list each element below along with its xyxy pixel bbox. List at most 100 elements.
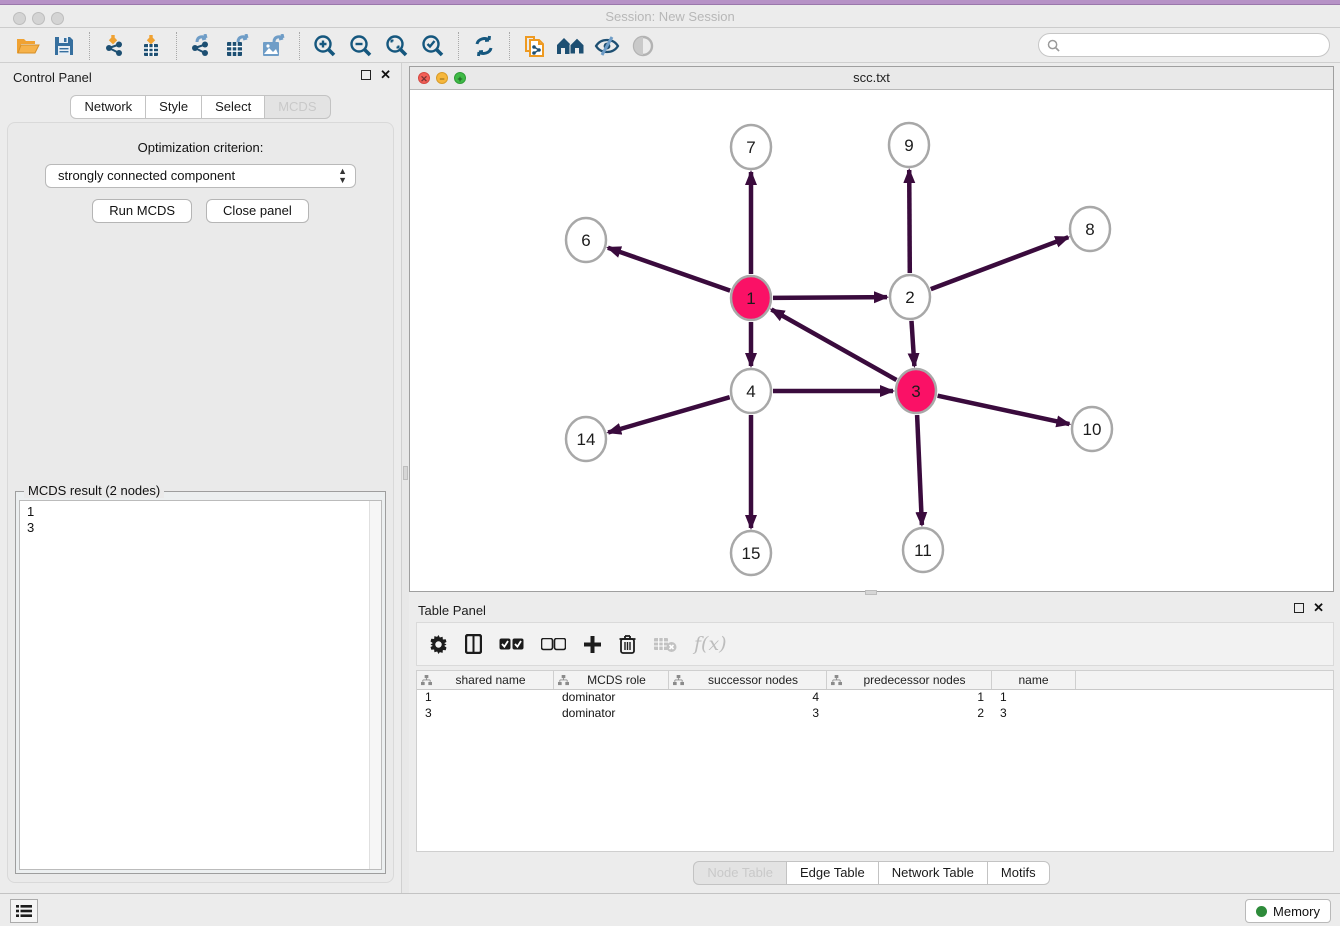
graph-node-label-6: 6 — [581, 231, 590, 250]
zoom-fit-button[interactable] — [379, 31, 415, 61]
import-table-button[interactable] — [133, 31, 169, 61]
table-cell[interactable]: 1 — [827, 690, 992, 706]
vertical-splitter[interactable] — [401, 63, 409, 893]
control-panel-header: Control Panel ✕ — [0, 63, 401, 91]
close-panel-icon[interactable]: ✕ — [380, 70, 391, 80]
table-cell[interactable]: 3 — [992, 706, 1076, 722]
zoom-in-button[interactable] — [307, 31, 343, 61]
control-panel-title: Control Panel — [13, 70, 92, 85]
table-settings-button[interactable] — [429, 631, 448, 657]
show-home-button[interactable] — [553, 31, 589, 61]
checked-boxes-icon — [499, 638, 524, 651]
select-all-columns-button[interactable] — [499, 631, 524, 657]
mcds-result-text[interactable]: 1 3 — [19, 500, 382, 870]
mcds-result-title: MCDS result (2 nodes) — [24, 483, 164, 498]
network-window-titlebar[interactable]: ✕ − + scc.txt — [410, 67, 1333, 90]
export-image-button[interactable] — [256, 31, 292, 61]
trash-icon — [619, 634, 636, 654]
task-history-button[interactable] — [10, 899, 38, 923]
graph-node-label-9: 9 — [904, 136, 913, 155]
main-workspace: ✕ − + scc.txt 7968124314101511 Table Pan… — [409, 63, 1340, 893]
import-table-icon — [139, 34, 163, 58]
zoom-out-button[interactable] — [343, 31, 379, 61]
table-cell[interactable]: 3 — [669, 706, 827, 722]
search-field[interactable] — [1038, 33, 1330, 57]
refresh-icon — [473, 35, 495, 57]
toolbar-separator — [89, 32, 90, 60]
zoom-selected-button[interactable] — [415, 31, 451, 61]
column-header-name[interactable]: name — [992, 671, 1076, 689]
hide-graphics-button[interactable] — [589, 31, 625, 61]
table-row[interactable]: 1dominator411 — [417, 690, 1333, 706]
close-table-panel-icon[interactable]: ✕ — [1313, 603, 1324, 613]
tab-style[interactable]: Style — [146, 95, 202, 119]
graph-edge-2-3[interactable] — [912, 321, 915, 366]
graph-edge-3-1[interactable] — [771, 310, 896, 381]
table-cell[interactable]: dominator — [554, 690, 669, 706]
details-lens-button[interactable] — [625, 31, 661, 61]
import-network-button[interactable] — [97, 31, 133, 61]
float-panel-icon[interactable] — [361, 70, 371, 80]
column-header-predecessor-nodes[interactable]: predecessor nodes — [827, 671, 992, 689]
network-view-title: scc.txt — [410, 67, 1333, 89]
table-cell[interactable]: 1 — [417, 690, 554, 706]
graph-edge-2-8[interactable] — [931, 237, 1069, 289]
splitter-grip[interactable] — [403, 466, 408, 480]
table-cell[interactable]: 2 — [827, 706, 992, 722]
add-column-button[interactable] — [583, 631, 602, 657]
table-row[interactable]: 3dominator323 — [417, 706, 1333, 722]
graph-node-label-14: 14 — [577, 430, 596, 449]
graph-edge-3-10[interactable] — [938, 396, 1070, 424]
graph-edge-1-6[interactable] — [608, 248, 730, 291]
table-cell[interactable]: 3 — [417, 706, 554, 722]
result-scrollbar[interactable] — [369, 501, 381, 869]
open-session-button[interactable] — [10, 31, 46, 61]
criterion-select[interactable]: strongly connected component ▲▼ — [45, 164, 356, 188]
lens-icon — [632, 35, 654, 57]
horizontal-splitter-grip[interactable] — [865, 590, 877, 595]
mcds-result-group: MCDS result (2 nodes) 1 3 — [15, 491, 386, 874]
graph-edge-4-14[interactable] — [608, 397, 730, 432]
control-panel: Control Panel ✕ NetworkStyleSelectMCDS O… — [0, 63, 401, 893]
run-mcds-button[interactable]: Run MCDS — [92, 199, 192, 223]
toolbar-separator — [458, 32, 459, 60]
table-cell[interactable]: 1 — [992, 690, 1076, 706]
delete-table-button — [653, 631, 677, 657]
delete-column-button[interactable] — [619, 631, 636, 657]
tab-select[interactable]: Select — [202, 95, 265, 119]
tab-motifs[interactable]: Motifs — [988, 861, 1050, 885]
memory-button[interactable]: Memory — [1245, 899, 1331, 923]
apply-layout-button[interactable] — [466, 31, 502, 61]
export-table-button[interactable] — [220, 31, 256, 61]
graph-edge-3-11[interactable] — [917, 415, 922, 525]
deselect-all-columns-button[interactable] — [541, 631, 566, 657]
table-panel: Table Panel ✕ — [409, 596, 1334, 893]
column-header-successor-nodes[interactable]: successor nodes — [669, 671, 827, 689]
list-icon — [16, 904, 32, 918]
graph-edge-2-9[interactable] — [909, 170, 910, 273]
graph-node-label-15: 15 — [742, 544, 761, 563]
hierarchy-icon — [421, 675, 432, 686]
graph-node-label-4: 4 — [746, 382, 755, 401]
clone-network-button[interactable] — [517, 31, 553, 61]
table-cell[interactable]: dominator — [554, 706, 669, 722]
column-header-MCDS-role[interactable]: MCDS role — [554, 671, 669, 689]
tab-network-table[interactable]: Network Table — [879, 861, 988, 885]
close-panel-button[interactable]: Close panel — [206, 199, 309, 223]
network-canvas[interactable]: 7968124314101511 — [410, 90, 1333, 591]
save-session-button[interactable] — [46, 31, 82, 61]
show-column-panel-button[interactable] — [465, 631, 482, 657]
tab-edge-table[interactable]: Edge Table — [787, 861, 879, 885]
float-table-panel-icon[interactable] — [1294, 603, 1304, 613]
table-cell[interactable]: 4 — [669, 690, 827, 706]
toolbar-separator — [176, 32, 177, 60]
tab-node-table[interactable]: Node Table — [693, 861, 787, 885]
zoom-out-icon — [349, 34, 373, 58]
tab-network[interactable]: Network — [70, 95, 146, 119]
graph-edge-1-2[interactable] — [773, 297, 887, 298]
graph-node-label-10: 10 — [1083, 420, 1102, 439]
column-header-shared-name[interactable]: shared name — [417, 671, 554, 689]
tab-mcds[interactable]: MCDS — [265, 95, 330, 119]
criterion-selected-value: strongly connected component — [58, 168, 235, 183]
export-network-button[interactable] — [184, 31, 220, 61]
